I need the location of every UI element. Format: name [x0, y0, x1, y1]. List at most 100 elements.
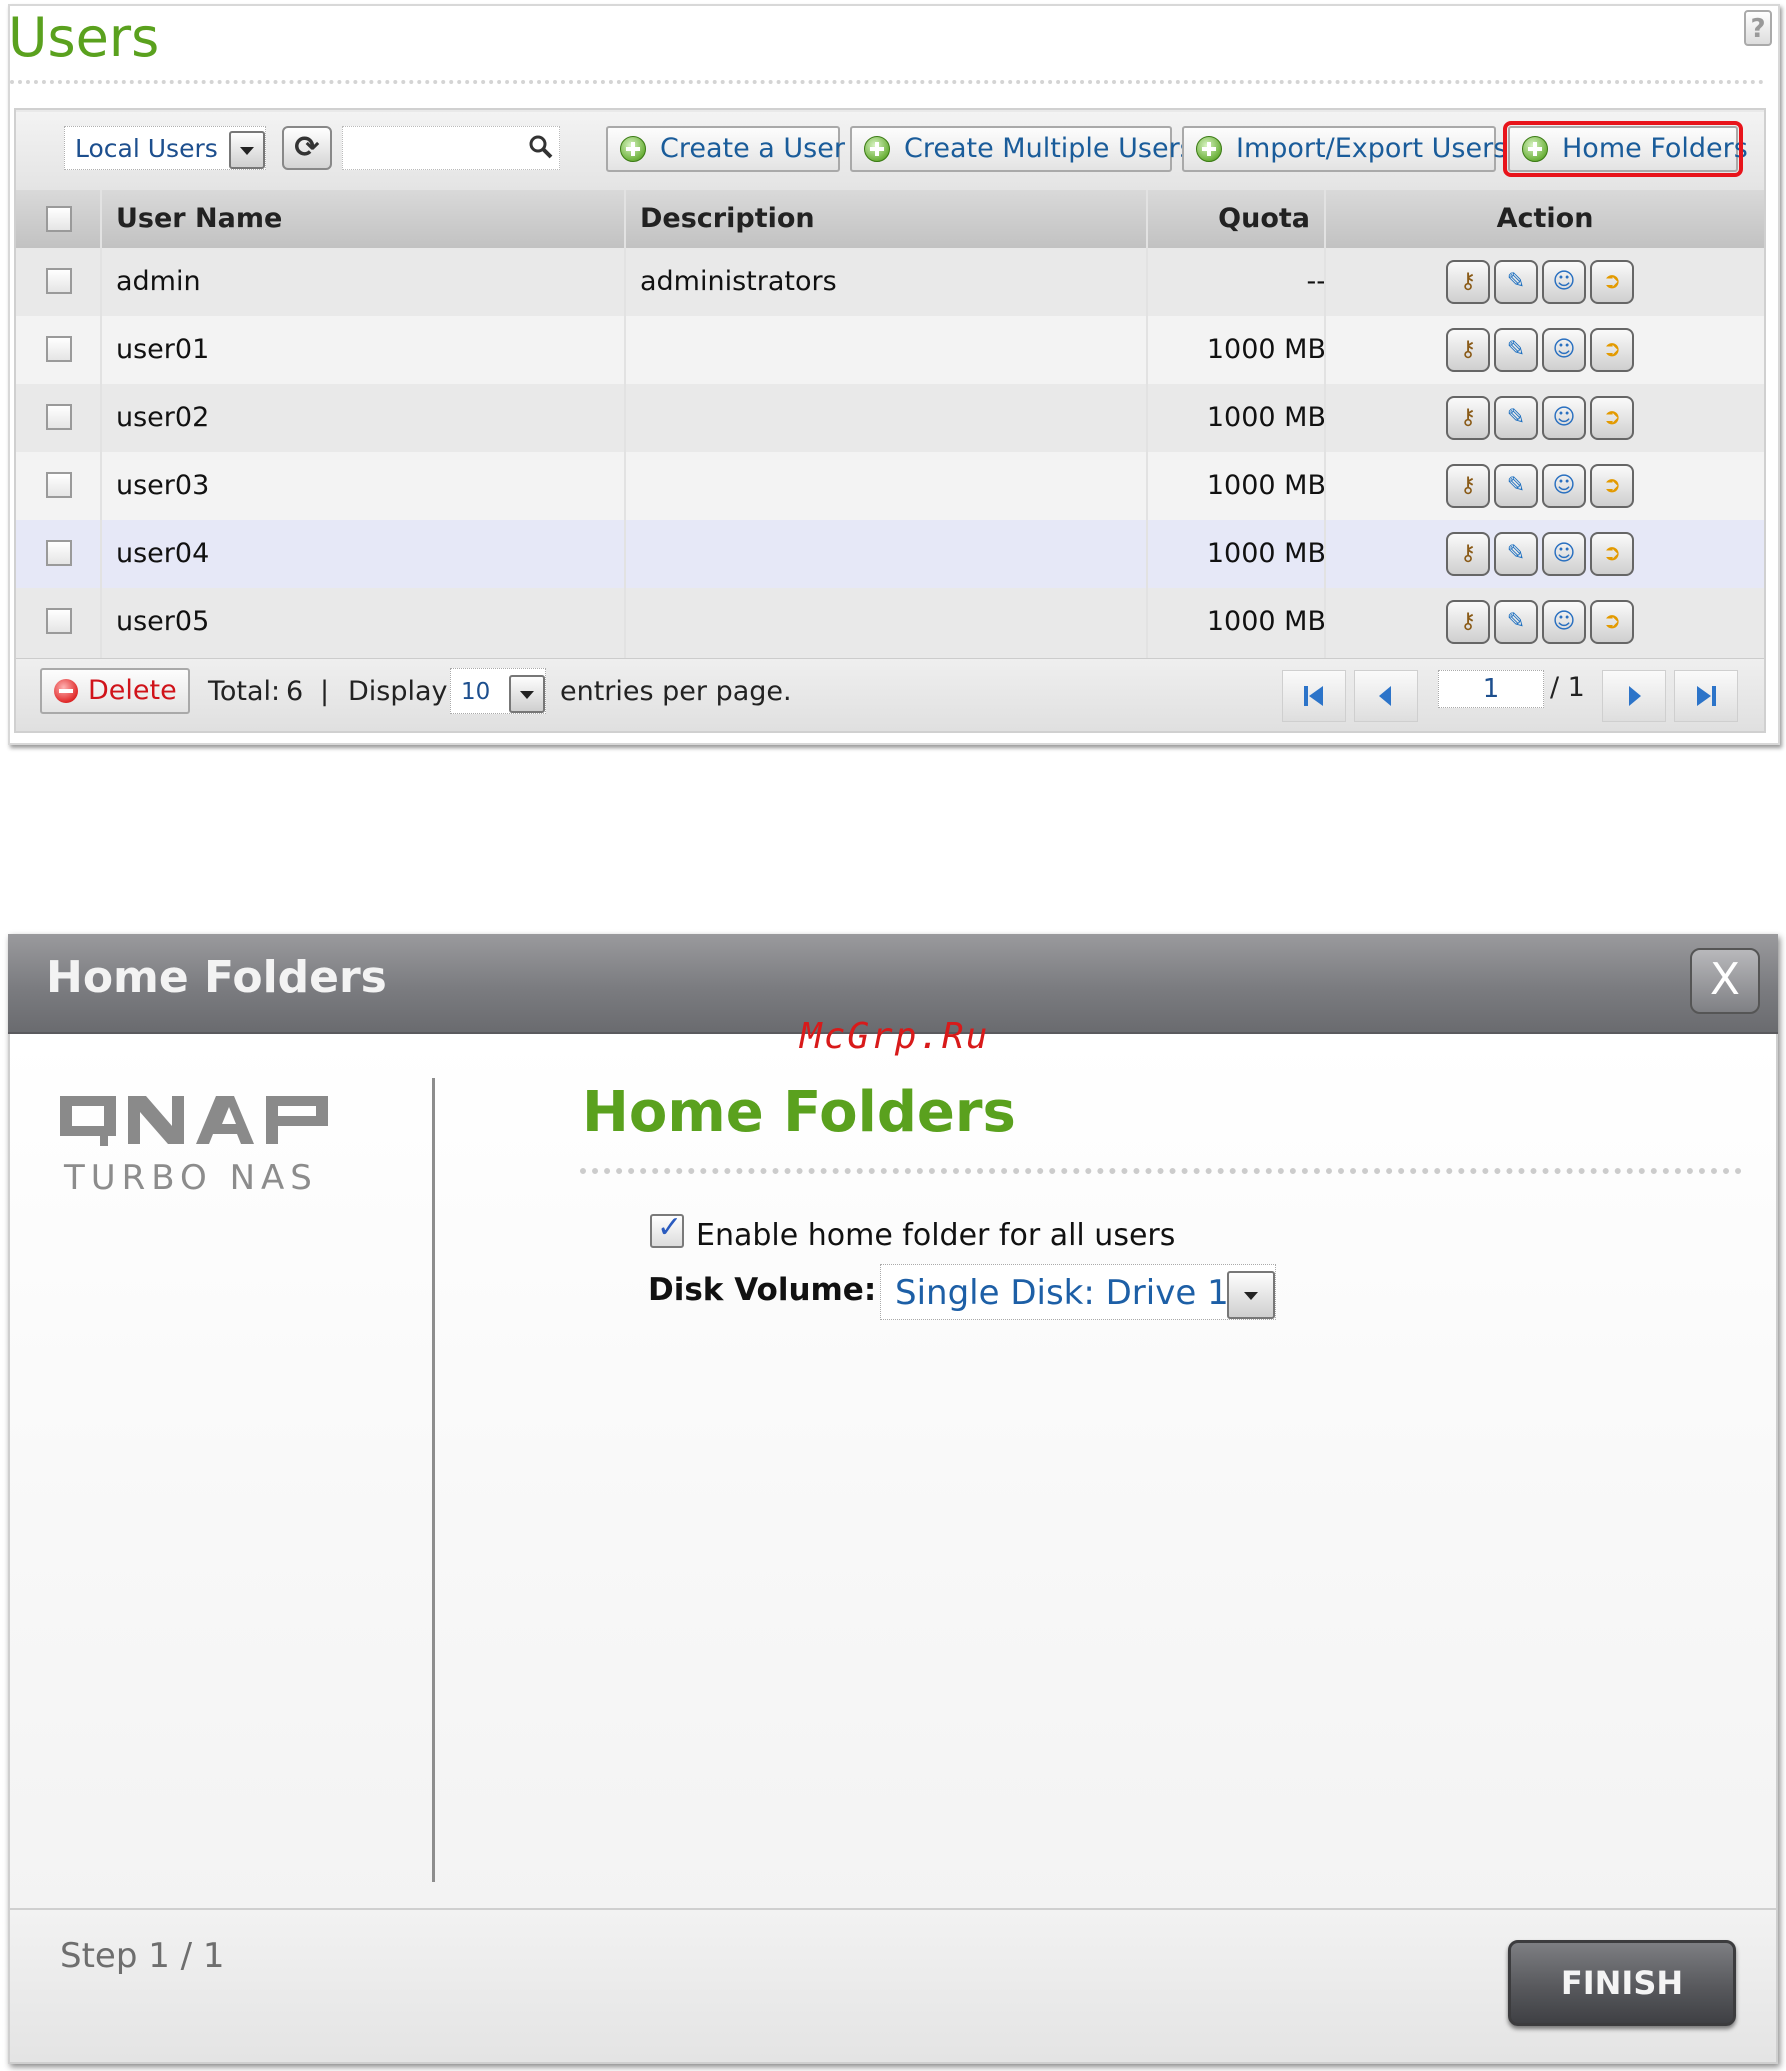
chevron-down-icon[interactable]	[229, 131, 265, 169]
user-group-icon[interactable]: ☺	[1542, 328, 1586, 372]
previous-page-icon	[1379, 686, 1391, 706]
previous-page-button[interactable]	[1354, 670, 1418, 722]
finish-button[interactable]: FINISH	[1508, 1940, 1736, 2026]
password-key-icon[interactable]: ⚷	[1446, 600, 1490, 644]
delete-label: Delete	[88, 675, 177, 706]
password-key-icon[interactable]: ⚷	[1446, 260, 1490, 304]
password-key-icon[interactable]: ⚷	[1446, 532, 1490, 576]
row-checkbox[interactable]	[46, 540, 72, 566]
cell-quota: --	[1306, 266, 1327, 297]
chevron-down-icon[interactable]	[509, 675, 545, 713]
brand-subtitle: TURBO NAS	[64, 1158, 318, 1198]
cell-quota: 1000 MB	[1206, 538, 1326, 569]
home-folders-button[interactable]: Home Folders	[1503, 121, 1748, 177]
dialog-title: Home Folders	[46, 952, 387, 1003]
row-actions: ⚷ ✎ ☺ ➲	[1446, 464, 1646, 508]
step-indicator: Step 1 / 1	[60, 1936, 225, 1976]
page-title: Users	[8, 6, 160, 69]
add-icon	[864, 136, 890, 162]
create-user-button[interactable]: Create a User	[606, 126, 845, 172]
folder-permission-icon[interactable]: ➲	[1590, 396, 1634, 440]
first-page-button[interactable]	[1282, 670, 1346, 722]
import-export-label: Import/Export Users	[1236, 133, 1508, 164]
table-row[interactable]: admin administrators -- ⚷ ✎ ☺ ➲	[16, 248, 1764, 316]
user-group-icon[interactable]: ☺	[1542, 464, 1586, 508]
entries-per-page-select[interactable]: 10	[450, 668, 546, 714]
user-type-select[interactable]: Local Users	[64, 126, 266, 170]
row-checkbox[interactable]	[46, 404, 72, 430]
delete-button[interactable]: Delete	[40, 668, 190, 714]
column-divider	[1324, 190, 1326, 658]
cell-user-name: user05	[116, 606, 210, 637]
cell-user-name: user03	[116, 470, 210, 501]
row-checkbox[interactable]	[46, 336, 72, 362]
header-quota[interactable]: Quota	[1150, 190, 1310, 248]
next-page-button[interactable]	[1602, 670, 1666, 722]
remove-icon	[54, 679, 78, 703]
cell-user-name: user01	[116, 334, 210, 365]
qnap-logo	[60, 1096, 328, 1146]
cell-description: administrators	[640, 266, 837, 297]
edit-icon[interactable]: ✎	[1494, 396, 1538, 440]
folder-permission-icon[interactable]: ➲	[1590, 464, 1634, 508]
create-multiple-label: Create Multiple Users	[904, 133, 1194, 164]
create-user-label: Create a User	[660, 133, 845, 164]
refresh-icon: ⟳	[294, 130, 320, 165]
folder-permission-icon[interactable]: ➲	[1590, 600, 1634, 644]
password-key-icon[interactable]: ⚷	[1446, 464, 1490, 508]
table-row[interactable]: user05 1000 MB ⚷ ✎ ☺ ➲	[16, 588, 1764, 656]
close-button[interactable]: X	[1690, 948, 1760, 1014]
user-group-icon[interactable]: ☺	[1542, 532, 1586, 576]
chevron-down-icon[interactable]	[1227, 1271, 1275, 1319]
edit-icon[interactable]: ✎	[1494, 328, 1538, 372]
add-icon	[620, 136, 646, 162]
title-divider	[10, 80, 1765, 84]
row-checkbox[interactable]	[46, 268, 72, 294]
row-actions: ⚷ ✎ ☺ ➲	[1446, 532, 1646, 576]
last-page-button[interactable]	[1674, 670, 1738, 722]
folder-permission-icon[interactable]: ➲	[1590, 328, 1634, 372]
header-description[interactable]: Description	[640, 190, 815, 248]
footer-separator: |	[320, 676, 330, 707]
edit-icon[interactable]: ✎	[1494, 600, 1538, 644]
search-icon[interactable]	[528, 134, 554, 166]
folder-permission-icon[interactable]: ➲	[1590, 532, 1634, 576]
row-actions: ⚷ ✎ ☺ ➲	[1446, 328, 1646, 372]
password-key-icon[interactable]: ⚷	[1446, 396, 1490, 440]
page-total: / 1	[1550, 672, 1585, 703]
edit-icon[interactable]: ✎	[1494, 464, 1538, 508]
user-group-icon[interactable]: ☺	[1542, 600, 1586, 644]
edit-icon[interactable]: ✎	[1494, 260, 1538, 304]
user-group-icon[interactable]: ☺	[1542, 260, 1586, 304]
page-number-input[interactable]: 1	[1438, 670, 1544, 708]
help-icon[interactable]: ?	[1744, 10, 1772, 46]
import-export-users-button[interactable]: Import/Export Users	[1182, 126, 1507, 172]
refresh-button[interactable]: ⟳	[282, 126, 332, 170]
cell-quota: 1000 MB	[1206, 606, 1326, 637]
row-checkbox[interactable]	[46, 608, 72, 634]
table-row[interactable]: user03 1000 MB ⚷ ✎ ☺ ➲	[16, 452, 1764, 520]
create-multiple-users-button[interactable]: Create Multiple Users	[850, 126, 1194, 172]
enable-home-folder-label[interactable]: Enable home folder for all users	[696, 1218, 1175, 1253]
edit-icon[interactable]: ✎	[1494, 532, 1538, 576]
row-actions: ⚷ ✎ ☺ ➲	[1446, 600, 1646, 644]
sidebar-divider	[432, 1078, 435, 1882]
password-key-icon[interactable]: ⚷	[1446, 328, 1490, 372]
column-divider	[1146, 190, 1148, 658]
total-count: 6	[286, 676, 304, 707]
watermark-text: McGrp.Ru	[800, 1016, 990, 1057]
folder-permission-icon[interactable]: ➲	[1590, 260, 1634, 304]
header-user-name[interactable]: User Name	[116, 190, 282, 248]
per-page-label: entries per page.	[560, 676, 792, 707]
table-row[interactable]: user01 1000 MB ⚷ ✎ ☺ ➲	[16, 316, 1764, 384]
select-all-checkbox[interactable]	[46, 206, 72, 232]
disk-volume-select[interactable]: Single Disk: Drive 1	[880, 1264, 1276, 1320]
disk-volume-value: Single Disk: Drive 1	[895, 1273, 1229, 1313]
table-row[interactable]: user02 1000 MB ⚷ ✎ ☺ ➲	[16, 384, 1764, 452]
user-group-icon[interactable]: ☺	[1542, 396, 1586, 440]
close-icon: X	[1709, 954, 1741, 1005]
enable-home-folder-checkbox[interactable]	[650, 1210, 684, 1248]
table-row[interactable]: user04 1000 MB ⚷ ✎ ☺ ➲	[16, 520, 1764, 588]
cell-quota: 1000 MB	[1206, 470, 1326, 501]
row-checkbox[interactable]	[46, 472, 72, 498]
